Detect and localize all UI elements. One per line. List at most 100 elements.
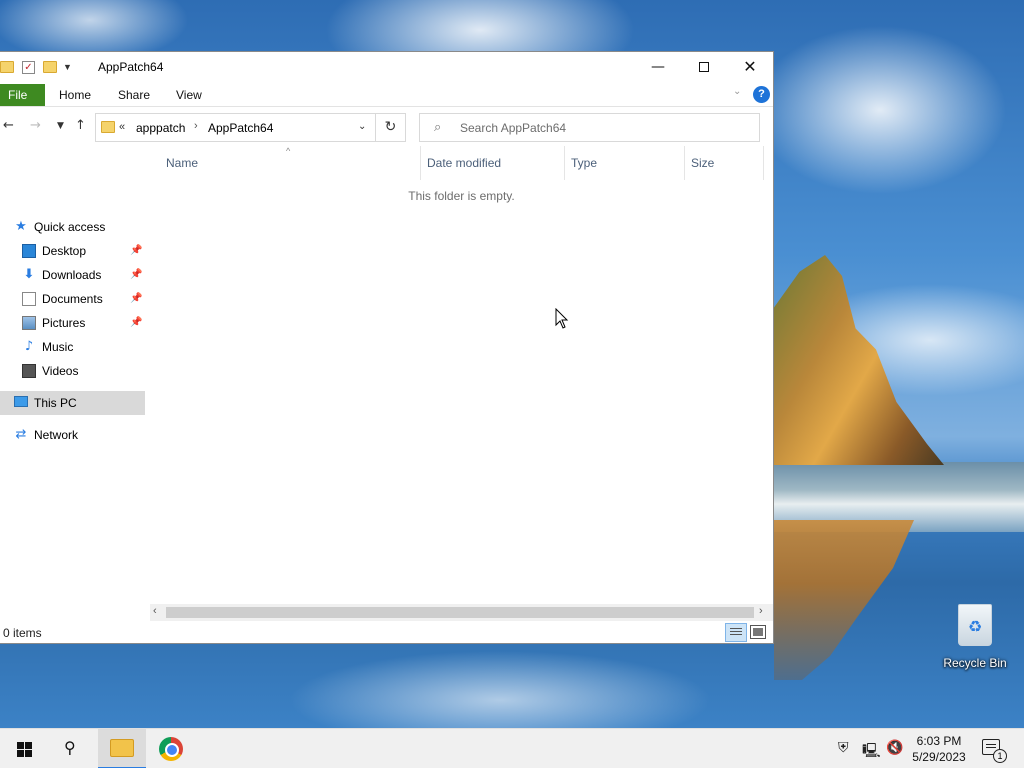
clock-time: 6:03 PM xyxy=(916,734,962,748)
horizontal-scrollbar[interactable]: ‹ › xyxy=(150,604,773,621)
breadcrumb-separator-icon[interactable]: › xyxy=(194,120,198,132)
item-count: 0 items xyxy=(3,626,42,640)
details-view-button[interactable] xyxy=(725,623,747,642)
music-note-icon: ♪ xyxy=(24,339,34,354)
nav-item-label: This PC xyxy=(34,396,77,410)
download-icon: ⬇ xyxy=(23,267,35,282)
wallpaper-rock xyxy=(774,255,944,465)
refresh-button[interactable]: ↻ xyxy=(376,113,406,142)
nav-item-label: Quick access xyxy=(34,220,106,234)
address-folder-icon xyxy=(101,121,115,133)
customize-toolbar-icon[interactable]: ▼ xyxy=(63,62,72,72)
start-button[interactable] xyxy=(0,729,48,768)
pin-icon[interactable]: 📌 xyxy=(130,239,142,263)
nav-item-label: Downloads xyxy=(42,268,102,282)
expand-ribbon-icon[interactable]: ⌄ xyxy=(733,86,741,97)
system-clock[interactable]: 6:03 PM 5/29/2023 xyxy=(905,733,973,765)
search-input[interactable]: Search AppPatch64 xyxy=(460,121,566,135)
empty-folder-message: This folder is empty. xyxy=(408,189,515,203)
properties-icon[interactable]: ✓ xyxy=(22,60,35,74)
overflow-chevron-icon[interactable]: « xyxy=(119,121,125,133)
computer-icon xyxy=(14,396,28,407)
title-bar[interactable]: ✓ ▼ AppPatch64 — ✕ xyxy=(0,52,773,82)
recycle-bin-label: Recycle Bin xyxy=(943,656,1007,670)
taskbar-chrome[interactable] xyxy=(148,729,196,768)
pin-icon[interactable]: 📌 xyxy=(130,287,142,311)
pin-icon[interactable]: 📌 xyxy=(130,311,142,335)
navigation-bar: ← → ▼ ↑ « apppatch › AppPatch64 ⌄ ↻ ⌕ Se… xyxy=(0,108,773,146)
quick-access-toolbar: ✓ ▼ xyxy=(0,59,72,75)
nav-item-downloads[interactable]: ⬇ Downloads 📌 xyxy=(0,263,145,287)
taskbar: ⚲ ⛨ 🖳 🔇 6:03 PM 5/29/2023 1 xyxy=(0,728,1024,768)
scroll-right-icon[interactable]: › xyxy=(759,605,763,617)
nav-item-desktop[interactable]: Desktop 📌 xyxy=(0,239,145,263)
taskbar-file-explorer[interactable] xyxy=(98,729,146,768)
address-dropdown-icon[interactable]: ⌄ xyxy=(358,121,366,132)
maximize-icon xyxy=(699,62,709,72)
column-header-name[interactable]: Name xyxy=(166,146,198,180)
address-bar[interactable]: « apppatch › AppPatch64 ⌄ xyxy=(95,113,376,142)
nav-item-label: Videos xyxy=(42,364,79,378)
window-title: AppPatch64 xyxy=(98,60,164,74)
chrome-icon xyxy=(159,737,183,761)
large-icons-view-button[interactable] xyxy=(750,625,766,639)
column-divider[interactable] xyxy=(763,146,764,180)
forward-arrow-icon[interactable]: → xyxy=(30,118,41,133)
column-divider[interactable] xyxy=(420,146,421,180)
notification-count-badge: 1 xyxy=(993,749,1007,763)
scroll-left-icon[interactable]: ‹ xyxy=(153,605,157,617)
pin-icon[interactable]: 📌 xyxy=(130,263,142,287)
maximize-button[interactable] xyxy=(681,52,727,82)
nav-item-documents[interactable]: Documents 📌 xyxy=(0,287,145,311)
recycle-bin-shortcut[interactable]: Recycle Bin xyxy=(938,600,1012,670)
network-icon: ⇄ xyxy=(15,427,27,442)
nav-quick-access[interactable]: ★ Quick access xyxy=(0,215,145,239)
pictures-icon xyxy=(22,316,36,330)
search-icon: ⚲ xyxy=(64,738,76,757)
nav-item-label: Pictures xyxy=(42,316,86,330)
new-folder-icon[interactable] xyxy=(43,61,57,73)
search-icon: ⌕ xyxy=(434,120,442,135)
navigation-pane: ★ Quick access Desktop 📌 ⬇ Downloads 📌 D… xyxy=(0,146,150,618)
scrollbar-thumb[interactable] xyxy=(166,607,754,618)
network-status-icon[interactable]: 🖳 xyxy=(862,740,881,764)
help-icon[interactable]: ? xyxy=(753,86,770,103)
tab-share[interactable]: Share xyxy=(118,84,150,106)
file-list-pane[interactable]: ^ Name Date modified Type Size This fold… xyxy=(150,146,773,618)
nav-item-music[interactable]: ♪ Music xyxy=(0,335,145,359)
nav-item-pictures[interactable]: Pictures 📌 xyxy=(0,311,145,335)
close-button[interactable]: ✕ xyxy=(727,52,773,82)
tab-view[interactable]: View xyxy=(176,84,202,106)
file-explorer-window: ✓ ▼ AppPatch64 — ✕ File Home Share View … xyxy=(0,51,774,644)
recent-locations-icon[interactable]: ▼ xyxy=(57,121,64,131)
folder-icon xyxy=(0,61,14,73)
column-divider[interactable] xyxy=(564,146,565,180)
mouse-pointer-icon xyxy=(555,308,569,329)
tab-home[interactable]: Home xyxy=(59,84,91,106)
back-arrow-icon[interactable]: ← xyxy=(3,118,14,133)
column-header-date-modified[interactable]: Date modified xyxy=(427,146,501,180)
nav-item-label: Documents xyxy=(42,292,103,306)
nav-item-videos[interactable]: Videos xyxy=(0,359,145,383)
film-strip-icon xyxy=(22,364,36,378)
nav-item-label: Music xyxy=(42,340,74,354)
tab-file[interactable]: File xyxy=(0,84,45,106)
nav-this-pc[interactable]: This PC xyxy=(0,391,145,415)
ribbon-tabs: File Home Share View ⌄ ? xyxy=(0,83,773,107)
star-icon: ★ xyxy=(15,219,27,234)
wallpaper-reflection xyxy=(774,520,914,680)
volume-muted-icon[interactable]: 🔇 xyxy=(886,740,903,756)
security-shield-icon[interactable]: ⛨ xyxy=(838,740,849,756)
clock-date: 5/29/2023 xyxy=(912,750,966,764)
taskbar-search-button[interactable]: ⚲ xyxy=(48,729,96,768)
breadcrumb-apppatch[interactable]: apppatch xyxy=(136,121,185,135)
windows-logo-icon xyxy=(17,742,32,757)
search-box[interactable]: ⌕ Search AppPatch64 xyxy=(419,113,760,142)
nav-network[interactable]: ⇄ Network xyxy=(0,423,145,447)
minimize-button[interactable]: — xyxy=(635,52,681,82)
up-arrow-icon[interactable]: ↑ xyxy=(75,118,86,133)
breadcrumb-apppatch64[interactable]: AppPatch64 xyxy=(208,121,273,135)
column-divider[interactable] xyxy=(684,146,685,180)
column-header-type[interactable]: Type xyxy=(571,146,597,180)
column-header-size[interactable]: Size xyxy=(691,146,714,180)
